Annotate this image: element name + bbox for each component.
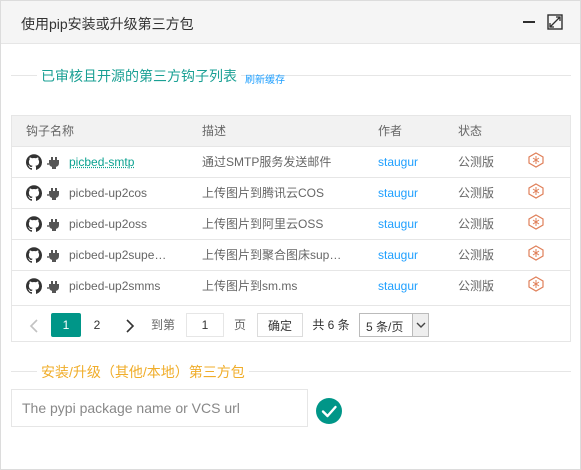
plugin-icon bbox=[46, 216, 62, 232]
github-icon[interactable] bbox=[26, 153, 43, 170]
install-submit-button[interactable] bbox=[316, 398, 342, 424]
plugin-icon bbox=[46, 247, 62, 263]
hook-author-link[interactable]: staugur bbox=[378, 155, 418, 169]
hook-name[interactable]: picbed-up2smms bbox=[69, 279, 160, 293]
table-row: picbed-up2cos 上传图片到腾讯云COS staugur 公测版 bbox=[12, 177, 570, 208]
table-row: picbed-up2smms 上传图片到sm.ms staugur 公测版 bbox=[12, 270, 570, 301]
dialog-title: 使用pip安装或升级第三方包 bbox=[21, 16, 194, 32]
delete-icon[interactable] bbox=[528, 245, 544, 261]
col-header-desc: 描述 bbox=[202, 124, 227, 139]
hook-author-link[interactable]: staugur bbox=[378, 279, 418, 293]
hook-description: 上传图片到聚合图床sup… bbox=[202, 248, 342, 262]
delete-icon[interactable] bbox=[528, 276, 544, 292]
delete-icon[interactable] bbox=[528, 214, 544, 230]
hook-list-legend: 已审核且开源的第三方钩子列表 bbox=[37, 66, 241, 86]
hook-name[interactable]: picbed-up2supe… bbox=[69, 248, 166, 262]
total-count: 共 6 条 bbox=[312, 318, 350, 332]
hook-author-link[interactable]: staugur bbox=[378, 186, 418, 200]
hook-description: 通过SMTP服务发送邮件 bbox=[202, 155, 332, 169]
maximize-button[interactable] bbox=[546, 13, 564, 31]
hook-table: 钩子名称 描述 作者 状态 picbed-smtp 通过SMTP服务发送邮件 sta… bbox=[11, 115, 571, 342]
maximize-icon bbox=[547, 14, 563, 30]
chevron-down-icon bbox=[412, 314, 428, 336]
hook-author-link[interactable]: staugur bbox=[378, 248, 418, 262]
hook-name[interactable]: picbed-smtp bbox=[69, 155, 134, 169]
goto-confirm-button[interactable]: 确定 bbox=[257, 313, 303, 337]
page-size-value: 5 条/页 bbox=[366, 320, 404, 334]
github-icon[interactable] bbox=[26, 215, 43, 232]
delete-icon[interactable] bbox=[528, 183, 544, 199]
hook-description: 上传图片到sm.ms bbox=[202, 279, 298, 294]
hook-status: 公测版 bbox=[458, 217, 495, 231]
install-legend: 安装/升级（其他/本地）第三方包 bbox=[37, 362, 249, 382]
col-header-name: 钩子名称 bbox=[26, 124, 75, 139]
hook-description: 上传图片到阿里云OSS bbox=[202, 217, 324, 231]
hook-name[interactable]: picbed-up2cos bbox=[69, 186, 147, 200]
hook-status: 公测版 bbox=[458, 186, 495, 200]
install-dialog: 使用pip安装或升级第三方包 已审核且开源的第三方钩子列表 刷新缓存 钩子名称 … bbox=[0, 0, 581, 470]
minimize-button[interactable] bbox=[520, 13, 538, 31]
delete-icon[interactable] bbox=[528, 152, 544, 168]
page-size-select[interactable]: 5 条/页 bbox=[359, 313, 429, 337]
pagination: 1 2 到第 页 确定 共 6 条 5 条/页 bbox=[12, 305, 570, 341]
github-icon[interactable] bbox=[26, 277, 43, 294]
hook-status: 公测版 bbox=[458, 279, 495, 294]
github-icon[interactable] bbox=[26, 184, 43, 201]
chevron-left-icon bbox=[29, 319, 38, 333]
table-header-row: 钩子名称 描述 作者 状态 bbox=[12, 116, 570, 146]
table-row: picbed-up2supe… 上传图片到聚合图床sup… staugur 公测版 bbox=[12, 239, 570, 270]
page-2-button[interactable]: 2 bbox=[82, 313, 112, 337]
chevron-right-icon bbox=[126, 319, 135, 333]
hook-description: 上传图片到腾讯云COS bbox=[202, 186, 325, 200]
prev-page-button[interactable] bbox=[22, 313, 46, 337]
goto-suffix-label: 页 bbox=[233, 318, 246, 332]
table-row: picbed-smtp 通过SMTP服务发送邮件 staugur 公测版 bbox=[12, 146, 570, 177]
package-name-input[interactable] bbox=[11, 389, 308, 427]
hook-author-link[interactable]: staugur bbox=[378, 217, 418, 231]
table-row: picbed-up2oss 上传图片到阿里云OSS staugur 公测版 bbox=[12, 208, 570, 239]
goto-prefix-label: 到第 bbox=[150, 318, 175, 332]
col-header-actions bbox=[522, 116, 570, 146]
hook-status: 公测版 bbox=[458, 155, 495, 169]
col-header-status: 状态 bbox=[458, 124, 483, 139]
goto-page-input[interactable] bbox=[186, 313, 224, 337]
hook-status: 公测版 bbox=[458, 248, 495, 262]
page-1-button[interactable]: 1 bbox=[51, 313, 81, 337]
dialog-title-bar: 使用pip安装或升级第三方包 bbox=[1, 1, 580, 44]
plugin-icon bbox=[46, 278, 62, 294]
next-page-button[interactable] bbox=[118, 313, 142, 337]
refresh-cache-link[interactable]: 刷新缓存 bbox=[245, 71, 285, 86]
check-icon bbox=[321, 405, 337, 418]
hook-name[interactable]: picbed-up2oss bbox=[69, 217, 147, 231]
github-icon[interactable] bbox=[26, 246, 43, 263]
plugin-icon bbox=[46, 185, 62, 201]
col-header-author: 作者 bbox=[378, 124, 403, 139]
plugin-icon bbox=[46, 154, 62, 170]
